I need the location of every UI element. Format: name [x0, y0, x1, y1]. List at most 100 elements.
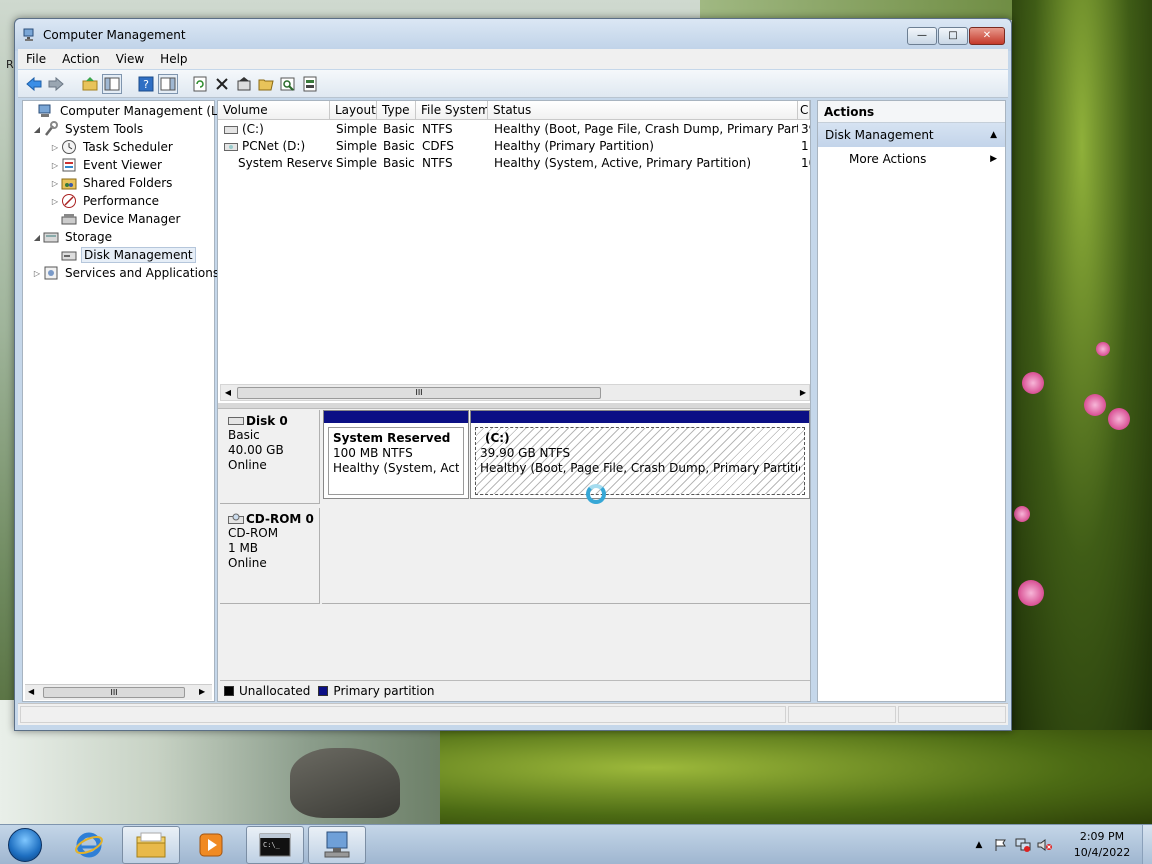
- disk-0-label[interactable]: Disk 0 Basic 40.00 GB Online: [220, 410, 320, 504]
- start-button[interactable]: [4, 827, 46, 863]
- tree-item-services-and-applications[interactable]: ▷ Services and Applications: [31, 264, 221, 282]
- forward-button[interactable]: [46, 74, 66, 94]
- help-button[interactable]: ?: [136, 74, 156, 94]
- tree-item-event-viewer[interactable]: ▷ Event Viewer: [49, 156, 164, 174]
- tree-horizontal-scrollbar[interactable]: ◀ III ▶: [25, 684, 212, 700]
- expand-icon[interactable]: ▷: [49, 161, 61, 170]
- tree-item-label: System Tools: [65, 122, 144, 136]
- search-button[interactable]: [278, 74, 298, 94]
- tree-item-shared-folders[interactable]: ▷ Shared Folders: [49, 174, 174, 192]
- expand-icon[interactable]: ▷: [31, 269, 43, 278]
- table-row[interactable]: PCNet (D:) Simple Basic CDFS Healthy (Pr…: [218, 138, 810, 155]
- partition-system-reserved[interactable]: System Reserved 100 MB NTFS Healthy (Sys…: [323, 410, 469, 499]
- maximize-button[interactable]: □: [938, 27, 968, 45]
- status-segment: [898, 706, 1006, 723]
- disk-kind: Basic: [228, 428, 260, 442]
- title-bar[interactable]: Computer Management — □ ✕: [15, 19, 1011, 51]
- pane-splitter[interactable]: [218, 403, 810, 409]
- tree-item-system-tools[interactable]: ◢ System Tools: [31, 120, 145, 138]
- back-button[interactable]: [24, 74, 44, 94]
- up-one-level-button[interactable]: [80, 74, 100, 94]
- event-viewer-icon: [62, 158, 76, 172]
- scroll-left-icon[interactable]: ◀: [222, 387, 234, 399]
- partition-name: System Reserved: [333, 431, 451, 445]
- shared-folders-icon: [61, 178, 77, 190]
- tree-item-disk-management[interactable]: Disk Management: [49, 246, 196, 264]
- computer-management-icon: [23, 28, 34, 41]
- cdrom-0-label[interactable]: CD-ROM 0 CD-ROM 1 MB Online: [220, 508, 320, 604]
- tree-item-performance[interactable]: ▷ Performance: [49, 192, 161, 210]
- scroll-right-icon[interactable]: ▶: [199, 687, 205, 696]
- actions-section-disk-management[interactable]: Disk Management ▲: [818, 123, 1005, 147]
- collapse-icon[interactable]: ◢: [31, 125, 43, 134]
- column-header-status[interactable]: Status: [488, 101, 798, 120]
- collapse-icon[interactable]: ◢: [31, 233, 43, 242]
- windows-logo-icon: [8, 828, 42, 862]
- partition-body: System Reserved 100 MB NTFS Healthy (Sys…: [328, 427, 464, 495]
- actions-pane: Actions Disk Management ▲ More Actions ▶: [817, 100, 1006, 702]
- submenu-arrow-icon: ▶: [990, 154, 997, 164]
- action-center-flag-icon[interactable]: [990, 834, 1012, 856]
- refresh-button[interactable]: [190, 74, 210, 94]
- show-hide-tree-icon: [104, 77, 120, 91]
- maximize-icon: □: [948, 30, 958, 41]
- expand-icon[interactable]: ▷: [49, 143, 61, 152]
- tree-item-storage[interactable]: ◢ Storage: [31, 228, 114, 246]
- console-tree: Computer Management (Local ◢ System Tool…: [22, 100, 242, 702]
- menu-help[interactable]: Help: [152, 52, 195, 66]
- column-header-layout[interactable]: Layout: [330, 101, 377, 120]
- graphical-disk-view: Disk 0 Basic 40.00 GB Online System Rese…: [218, 410, 810, 680]
- disk-state: Online: [228, 458, 267, 472]
- delete-button[interactable]: [212, 74, 232, 94]
- collapse-up-icon[interactable]: ▲: [990, 123, 997, 147]
- minimize-button[interactable]: —: [907, 27, 937, 45]
- show-desktop-button[interactable]: [1142, 825, 1152, 864]
- column-header-type[interactable]: Type: [377, 101, 416, 120]
- expand-icon[interactable]: ▷: [49, 179, 61, 188]
- close-button[interactable]: ✕: [969, 27, 1005, 45]
- expand-icon[interactable]: ▷: [49, 197, 61, 206]
- volume-name: PCNet (D:): [242, 139, 306, 153]
- table-row[interactable]: System Reserved Simple Basic NTFS Health…: [218, 155, 810, 172]
- show-hide-action-pane-icon: [160, 77, 176, 91]
- scroll-right-icon[interactable]: ▶: [797, 387, 809, 399]
- volume-list-horizontal-scrollbar[interactable]: ◀ III ▶: [220, 384, 810, 401]
- show-hide-action-pane-button[interactable]: [158, 74, 178, 94]
- show-hide-tree-button[interactable]: [102, 74, 122, 94]
- tree-item-device-manager[interactable]: Device Manager: [49, 210, 182, 228]
- tree-item-task-scheduler[interactable]: ▷ Task Scheduler: [49, 138, 175, 156]
- scroll-thumb[interactable]: III: [43, 687, 185, 698]
- volume-file-system: NTFS: [422, 156, 453, 170]
- network-icon[interactable]: [1012, 834, 1034, 856]
- volume-muted-icon[interactable]: [1034, 834, 1056, 856]
- taskbar-windows-explorer[interactable]: [122, 826, 180, 864]
- menu-action[interactable]: Action: [54, 52, 108, 66]
- more-actions-item[interactable]: More Actions ▶: [818, 147, 1005, 171]
- open-button[interactable]: [256, 74, 276, 94]
- menu-view[interactable]: View: [108, 52, 152, 66]
- properties-button[interactable]: [234, 74, 254, 94]
- tree-item-computer-management[interactable]: Computer Management (Local: [26, 102, 244, 120]
- taskbar-internet-explorer[interactable]: [60, 826, 118, 864]
- table-row[interactable]: (C:) Simple Basic NTFS Healthy (Boot, Pa…: [218, 121, 810, 138]
- computer-management-window[interactable]: Computer Management — □ ✕ File Action Vi…: [14, 18, 1012, 731]
- scroll-left-icon[interactable]: ◀: [28, 687, 34, 696]
- system-clock[interactable]: 2:09 PM 10/4/2022: [1066, 829, 1138, 861]
- rescan-disks-icon: [303, 76, 317, 92]
- rescan-disks-button[interactable]: [300, 74, 320, 94]
- partition-c-drive[interactable]: (C:) 39.90 GB NTFS Healthy (Boot, Page F…: [470, 410, 810, 499]
- taskbar-computer-management[interactable]: [308, 826, 366, 864]
- column-header-capacity[interactable]: C: [798, 101, 810, 120]
- system-tray: ▲: [968, 825, 1056, 864]
- show-hidden-icons-button[interactable]: ▲: [968, 834, 990, 856]
- taskbar-media-player[interactable]: [182, 826, 240, 864]
- disk-legend: Unallocated Primary partition: [220, 680, 810, 700]
- scroll-thumb[interactable]: III: [237, 387, 601, 399]
- toolbar: ?: [18, 70, 1008, 98]
- svg-text:?: ?: [143, 78, 149, 91]
- column-header-volume[interactable]: Volume: [218, 101, 330, 120]
- column-header-file-system[interactable]: File System: [416, 101, 488, 120]
- taskbar-command-prompt[interactable]: C:\_: [246, 826, 304, 864]
- menu-file[interactable]: File: [18, 52, 54, 66]
- cdrom-empty-area[interactable]: [322, 508, 810, 604]
